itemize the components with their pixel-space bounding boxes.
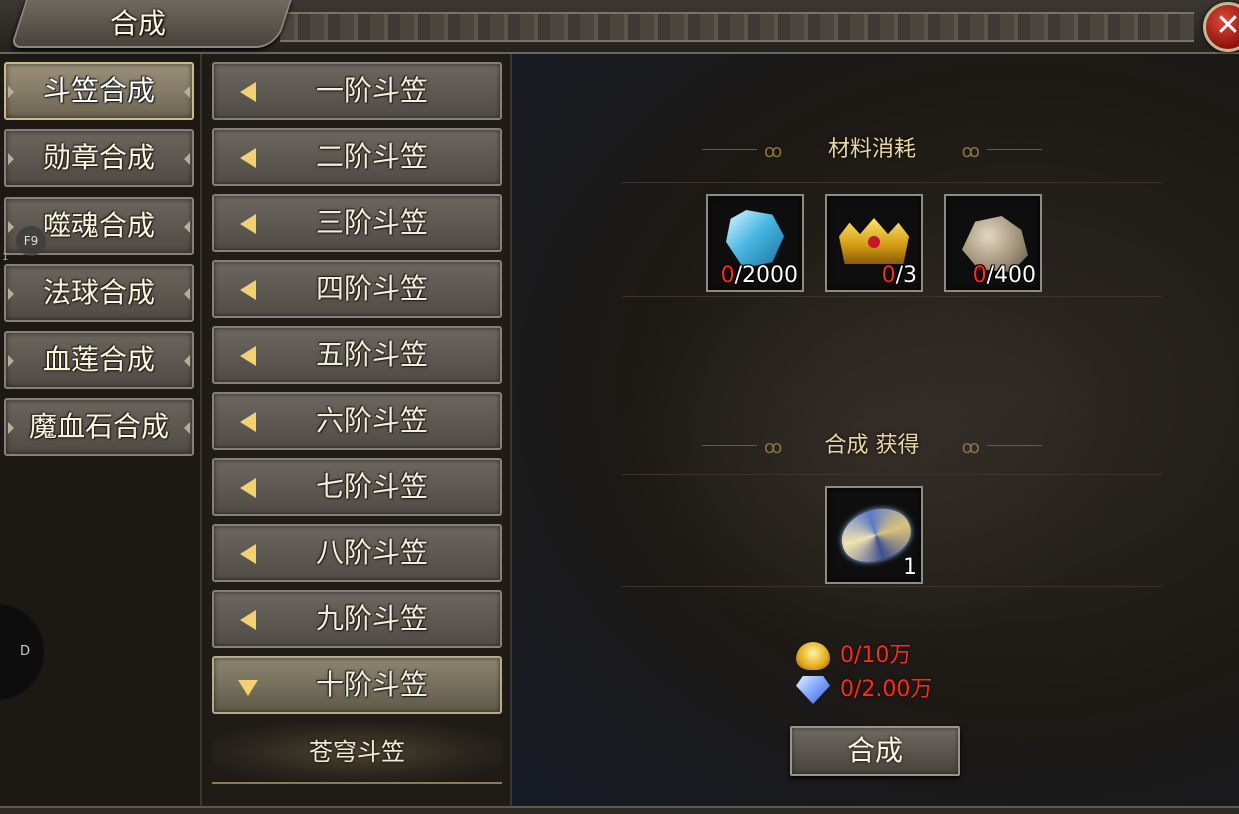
category-label: 法球合成 <box>42 276 155 309</box>
tier-label: 二阶斗笠 <box>315 140 428 173</box>
crown-gem-icon <box>868 236 880 248</box>
divider <box>702 445 757 446</box>
category-medal[interactable]: 勋章合成 <box>4 129 194 187</box>
tier-label: 六阶斗笠 <box>315 404 428 437</box>
material-slot-crystal[interactable]: 0/2000 <box>706 194 804 292</box>
category-label: 勋章合成 <box>42 141 155 174</box>
result-title: 合成 获得 <box>824 433 920 458</box>
window-title: 合成 <box>110 7 167 40</box>
material-count: 0/3 <box>881 263 917 288</box>
blue-crystal-icon <box>726 210 784 268</box>
swirl-ornament-icon: ꝏ <box>961 141 980 162</box>
expand-arrow-icon <box>238 680 258 696</box>
result-slot[interactable]: 1 <box>825 486 923 584</box>
swirl-ornament-icon: ꝏ <box>961 437 980 458</box>
tier-3-button[interactable]: 三阶斗笠 <box>212 194 502 252</box>
collapse-arrow-icon <box>240 82 256 102</box>
material-slot-ore[interactable]: 0/400 <box>944 194 1042 292</box>
side-d-tab[interactable]: D <box>0 604 44 700</box>
tier-label: 三阶斗笠 <box>315 206 428 239</box>
tier-4-button[interactable]: 四阶斗笠 <box>212 260 502 318</box>
swirl-ornament-icon: ꝏ <box>764 141 783 162</box>
material-count: 0/2000 <box>720 263 798 288</box>
diamond-cost: 0/2.00万 <box>796 674 996 706</box>
category-sidebar: 斗笠合成 勋章合成 噬魂合成 法球合成 血莲合成 魔血石合成 1 F9 D <box>0 54 202 806</box>
tier-label: 七阶斗笠 <box>315 470 428 503</box>
collapse-arrow-icon <box>240 280 256 300</box>
collapse-arrow-icon <box>240 346 256 366</box>
recipe-detail-panel: ꝏ 材料消耗 ꝏ 0/2000 0/3 0/400 ꝏ 合成 获得 ꝏ 1 0/… <box>512 54 1239 806</box>
material-slot-crown[interactable]: 0/3 <box>825 194 923 292</box>
materials-header: ꝏ 材料消耗 ꝏ <box>702 132 1042 168</box>
result-header: ꝏ 合成 获得 ꝏ <box>702 428 1042 464</box>
tier-9-button[interactable]: 九阶斗笠 <box>212 590 502 648</box>
tier-5-button[interactable]: 五阶斗笠 <box>212 326 502 384</box>
tiny-mark: 1 <box>2 252 9 263</box>
divider <box>702 149 757 150</box>
tier-6-button[interactable]: 六阶斗笠 <box>212 392 502 450</box>
tier-2-button[interactable]: 二阶斗笠 <box>212 128 502 186</box>
tier-label: 九阶斗笠 <box>315 602 428 635</box>
compose-button[interactable]: 合成 <box>790 726 960 776</box>
gold-cost: 0/10万 <box>796 640 996 672</box>
close-button[interactable]: ✕ <box>1203 2 1239 52</box>
material-count: 0/400 <box>972 263 1036 288</box>
category-label: 斗笠合成 <box>42 74 155 107</box>
tier-label: 一阶斗笠 <box>315 74 428 107</box>
collapse-arrow-icon <box>240 610 256 630</box>
divider <box>622 586 1162 587</box>
category-label: 魔血石合成 <box>28 410 169 443</box>
divider <box>987 149 1042 150</box>
category-demonstone[interactable]: 魔血石合成 <box>4 398 194 456</box>
tier-label: 五阶斗笠 <box>315 338 428 371</box>
tier-list: 一阶斗笠 二阶斗笠 三阶斗笠 四阶斗笠 五阶斗笠 六阶斗笠 七阶斗笠 八阶斗笠 … <box>202 54 512 806</box>
collapse-arrow-icon <box>240 214 256 234</box>
gold-ingot-icon <box>796 642 830 670</box>
collapse-arrow-icon <box>240 412 256 432</box>
tier-label: 十阶斗笠 <box>315 668 428 701</box>
hotkey-f9-badge[interactable]: F9 <box>16 226 46 256</box>
category-orb[interactable]: 法球合成 <box>4 264 194 322</box>
tier-label: 四阶斗笠 <box>315 272 428 305</box>
divider <box>622 182 1162 183</box>
title-ornament <box>280 12 1194 42</box>
diamond-icon <box>796 676 830 704</box>
tier-8-button[interactable]: 八阶斗笠 <box>212 524 502 582</box>
window-bottom-edge <box>0 806 1239 814</box>
tier-label: 八阶斗笠 <box>315 536 428 569</box>
divider <box>622 474 1162 475</box>
result-count: 1 <box>903 555 917 580</box>
title-bar: 合成 ✕ <box>0 0 1239 54</box>
collapse-arrow-icon <box>240 148 256 168</box>
divider <box>622 296 1162 297</box>
diamond-cost-text: 0/2.00万 <box>840 677 933 702</box>
tier-1-button[interactable]: 一阶斗笠 <box>212 62 502 120</box>
collapse-arrow-icon <box>240 544 256 564</box>
divider <box>987 445 1042 446</box>
swirl-ornament-icon: ꝏ <box>764 437 783 458</box>
collapse-arrow-icon <box>240 478 256 498</box>
materials-title: 材料消耗 <box>827 137 916 162</box>
tier-10-button[interactable]: 十阶斗笠 <box>212 656 502 714</box>
tier-7-button[interactable]: 七阶斗笠 <box>212 458 502 516</box>
recipe-item-label: 苍穹斗笠 <box>309 738 405 766</box>
recipe-item-selected[interactable]: 苍穹斗笠 <box>212 722 502 784</box>
category-label: 血莲合成 <box>42 343 155 376</box>
category-bloodlotus[interactable]: 血莲合成 <box>4 331 194 389</box>
gold-cost-text: 0/10万 <box>840 643 912 668</box>
category-doulu[interactable]: 斗笠合成 <box>4 62 194 120</box>
